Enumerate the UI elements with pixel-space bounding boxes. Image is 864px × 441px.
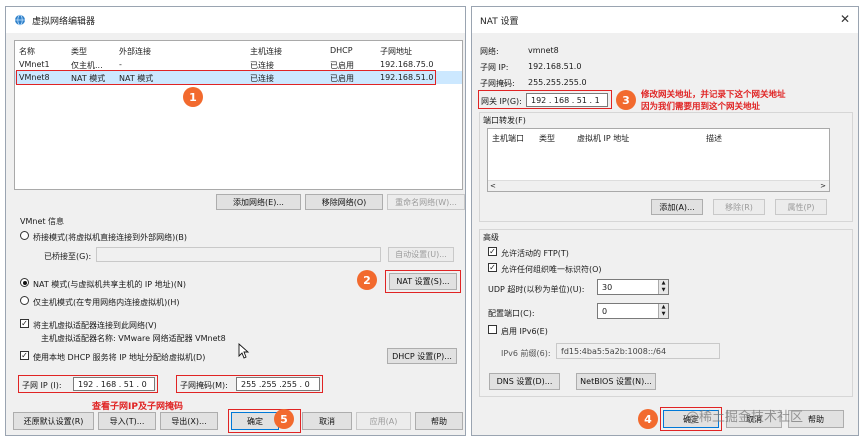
close-icon[interactable]: ✕ bbox=[840, 12, 850, 26]
use-dhcp-checkbox[interactable]: ✓ bbox=[20, 351, 29, 360]
pf-remove-button[interactable]: 移除(R) bbox=[713, 199, 765, 215]
left-titlebar: 虚拟网络编辑器 bbox=[6, 7, 465, 33]
left-window-title: 虚拟网络编辑器 bbox=[32, 16, 96, 27]
cell-subnet: 192.168.75.0 bbox=[380, 60, 434, 69]
nat-mode-radio[interactable] bbox=[20, 278, 29, 287]
network-table[interactable]: 名称 类型 外部连接 主机连接 DHCP 子网地址 VMnet1 仅主机... … bbox=[14, 40, 463, 190]
pf-col-vm-ip: 虚拟机 IP 地址 bbox=[577, 134, 630, 143]
auto-settings-button[interactable]: 自动设置(U)... bbox=[388, 247, 454, 262]
allow-oui-checkbox[interactable]: ✓ bbox=[488, 263, 497, 272]
ipv6-prefix-label: IPv6 前缀(6): bbox=[501, 349, 551, 358]
ipv6-prefix-input[interactable]: fd15:4ba5:5a2b:1008::/64 bbox=[556, 343, 720, 359]
step-4-badge: 4 bbox=[638, 409, 658, 429]
bridge-mode-label: 桥接模式(将虚拟机直接连接到外部网络)(B) bbox=[33, 233, 187, 242]
connect-adapter-label: 将主机虚拟适配器连接到此网络(V) bbox=[33, 321, 157, 330]
step-2-badge: 2 bbox=[357, 270, 377, 290]
nat-subnet-ip-label: 子网 IP: bbox=[480, 63, 509, 72]
horizontal-scrollbar[interactable]: < > bbox=[488, 180, 829, 191]
nat-settings-highlight bbox=[385, 270, 461, 293]
port-forwarding-heading: 端口转发(F) bbox=[483, 116, 526, 125]
bridged-to-select[interactable] bbox=[96, 247, 381, 262]
subnet-note: 查看子网IP及子网掩码 bbox=[92, 402, 183, 412]
step-3-badge: 3 bbox=[616, 90, 636, 110]
step-5-badge: 5 bbox=[274, 409, 294, 429]
subnet-mask-input[interactable]: 255 .255 .255 . 0 bbox=[236, 377, 320, 391]
watermark-text: @稀土掘金技术社区 bbox=[686, 410, 804, 425]
port-forwarding-table[interactable]: 主机端口 类型 虚拟机 IP 地址 描述 < > bbox=[487, 128, 830, 192]
pf-properties-button[interactable]: 属性(P) bbox=[775, 199, 827, 215]
enable-ipv6-label: 启用 IPv6(E) bbox=[501, 327, 548, 336]
col-type: 类型 bbox=[71, 47, 87, 56]
add-network-button[interactable]: 添加网络(E)... bbox=[216, 194, 301, 210]
bridge-mode-radio[interactable] bbox=[20, 231, 29, 240]
subnet-ip-label: 子网 IP (I): bbox=[22, 381, 62, 390]
scroll-left-icon[interactable]: < bbox=[490, 181, 496, 191]
right-titlebar: NAT 设置 ✕ bbox=[472, 7, 858, 33]
pf-add-button[interactable]: 添加(A)... bbox=[651, 199, 703, 215]
nat-settings-window: NAT 设置 ✕ 网络: vmnet8 子网 IP: 192.168.51.0 … bbox=[471, 6, 859, 436]
dns-settings-button[interactable]: DNS 设置(D)... bbox=[489, 373, 560, 390]
vmnet8-row-highlight bbox=[16, 70, 436, 85]
advanced-heading: 高级 bbox=[483, 233, 499, 242]
udp-timeout-label: UDP 超时(以秒为单位)(U): bbox=[488, 285, 585, 294]
cell-external: - bbox=[119, 60, 122, 69]
col-dhcp: DHCP bbox=[330, 46, 353, 55]
subnet-ip-input[interactable]: 192 . 168 . 51 . 0 bbox=[73, 377, 155, 391]
gateway-note-line1: 修改网关地址，并记录下这个网关地址 bbox=[641, 90, 786, 100]
host-only-label: 仅主机模式(在专用网络内连接虚拟机)(H) bbox=[33, 298, 180, 307]
bridged-to-label: 已桥接至(G): bbox=[44, 252, 92, 261]
col-subnet: 子网地址 bbox=[380, 47, 412, 56]
config-port-stepper[interactable]: ▲ ▼ bbox=[658, 304, 668, 318]
pf-col-host-port: 主机端口 bbox=[492, 134, 524, 143]
pf-col-desc: 描述 bbox=[706, 134, 722, 143]
nat-subnet-mask-label: 子网掩码: bbox=[480, 79, 515, 88]
cell-name: VMnet1 bbox=[19, 60, 50, 69]
nat-subnet-ip-value: 192.168.51.0 bbox=[528, 62, 582, 71]
right-window-title: NAT 设置 bbox=[480, 16, 519, 27]
enable-ipv6-checkbox[interactable] bbox=[488, 325, 497, 334]
netbios-settings-button[interactable]: NetBIOS 设置(N)... bbox=[576, 373, 656, 390]
rename-network-button[interactable]: 重命名网络(W)... bbox=[387, 194, 465, 210]
nat-subnet-mask-value: 255.255.255.0 bbox=[528, 78, 587, 87]
vmnet-info-heading: VMnet 信息 bbox=[20, 217, 65, 226]
gateway-label: 网关 IP(G): bbox=[481, 97, 522, 106]
col-host: 主机连接 bbox=[250, 47, 282, 56]
udp-timeout-stepper[interactable]: ▲ ▼ bbox=[658, 280, 668, 294]
adapter-name-text: 主机虚拟适配器名称: VMware 网络适配器 VMnet8 bbox=[41, 334, 226, 343]
dhcp-settings-button[interactable]: DHCP 设置(P)... bbox=[387, 348, 457, 364]
use-dhcp-label: 使用本地 DHCP 服务将 IP 地址分配给虚拟机(D) bbox=[33, 353, 206, 362]
gateway-note-line2: 因为我们需要用到这个网关地址 bbox=[641, 102, 761, 112]
remove-network-button[interactable]: 移除网络(O) bbox=[305, 194, 383, 210]
help-button[interactable]: 帮助 bbox=[415, 412, 463, 430]
col-external: 外部连接 bbox=[119, 47, 151, 56]
network-value: vmnet8 bbox=[528, 46, 559, 55]
subnet-mask-label: 子网掩码(M): bbox=[180, 381, 228, 390]
step-1-badge: 1 bbox=[183, 87, 203, 107]
import-button[interactable]: 导入(T)... bbox=[98, 412, 156, 430]
scroll-right-icon[interactable]: > bbox=[820, 181, 826, 191]
cancel-button[interactable]: 取消 bbox=[302, 412, 352, 430]
allow-ftp-checkbox[interactable]: ✓ bbox=[488, 247, 497, 256]
pf-col-type: 类型 bbox=[539, 134, 555, 143]
network-label: 网络: bbox=[480, 47, 499, 56]
host-only-radio[interactable] bbox=[20, 296, 29, 305]
nat-mode-label: NAT 模式(与虚拟机共享主机的 IP 地址)(N) bbox=[33, 280, 187, 289]
connect-adapter-checkbox[interactable]: ✓ bbox=[20, 319, 29, 328]
virtual-network-editor-window: 虚拟网络编辑器 名称 类型 外部连接 主机连接 DHCP 子网地址 VMnet1… bbox=[5, 6, 466, 436]
gateway-input[interactable]: 192 . 168 . 51 . 1 bbox=[526, 93, 608, 107]
apply-button[interactable]: 应用(A) bbox=[356, 412, 411, 430]
mouse-cursor-icon bbox=[238, 343, 250, 359]
config-port-label: 配置端口(C): bbox=[488, 309, 535, 318]
allow-oui-label: 允许任何组织唯一标识符(O) bbox=[501, 265, 602, 274]
restore-defaults-button[interactable]: 还原默认设置(R) bbox=[13, 412, 94, 430]
col-name: 名称 bbox=[19, 47, 35, 56]
export-button[interactable]: 导出(X)... bbox=[160, 412, 218, 430]
network-globe-icon bbox=[15, 14, 25, 26]
allow-ftp-label: 允许活动的 FTP(T) bbox=[501, 249, 569, 258]
